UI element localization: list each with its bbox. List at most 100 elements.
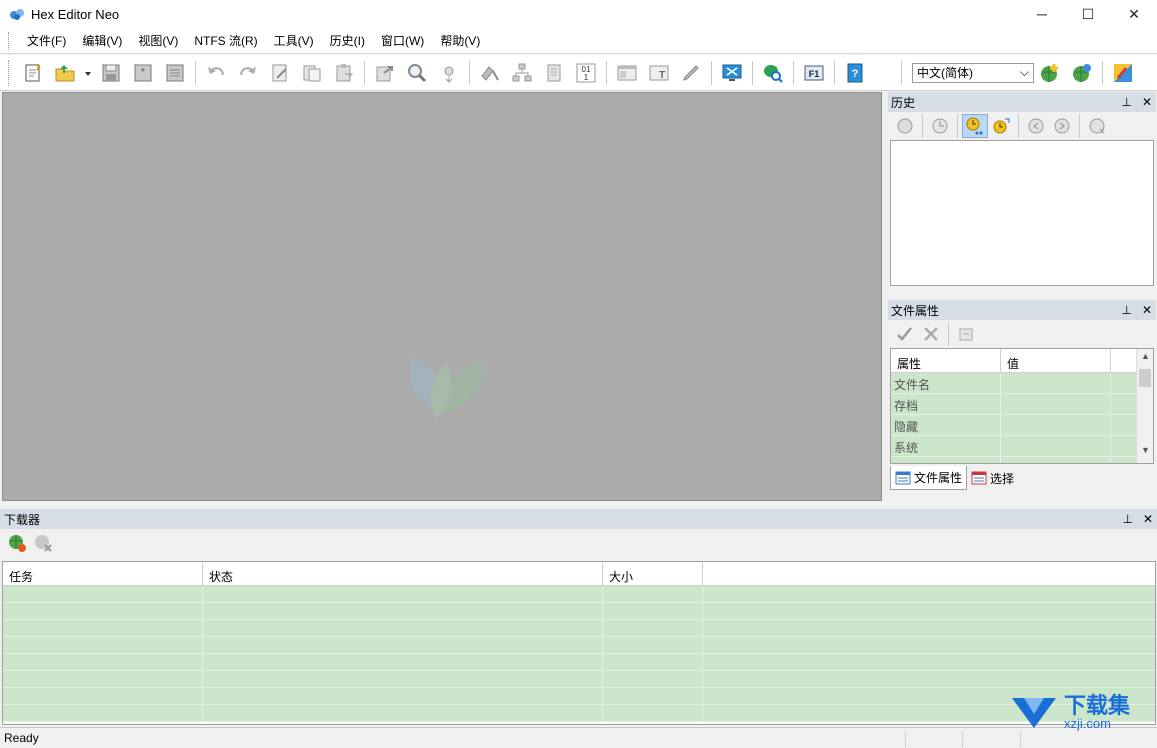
table-row[interactable]: 只读 xyxy=(891,457,1153,463)
table-row[interactable] xyxy=(3,620,1155,637)
panel-separator xyxy=(948,322,949,346)
copy-button[interactable] xyxy=(298,59,326,87)
menubar-grip[interactable] xyxy=(8,31,11,50)
find-button[interactable] xyxy=(403,59,431,87)
history-clear-button[interactable] xyxy=(892,114,918,138)
menu-history[interactable]: 历史(I) xyxy=(322,28,373,54)
column-header-size[interactable]: 大小 xyxy=(603,562,703,585)
prop-value[interactable] xyxy=(1001,436,1111,456)
scroll-thumb[interactable] xyxy=(1139,369,1151,387)
pin-icon[interactable]: ⊥ xyxy=(1121,303,1131,317)
svg-text:F1: F1 xyxy=(809,69,820,79)
props-cancel-button[interactable] xyxy=(918,322,944,346)
props-grid[interactable]: 属性 值 文件名 存档 隐藏 系统 只读 ▲ ▼ xyxy=(890,348,1154,464)
toolbar-grip[interactable] xyxy=(8,59,11,86)
close-button[interactable]: ✕ xyxy=(1111,0,1157,28)
table-row[interactable]: 文件名 xyxy=(891,373,1153,394)
history-list[interactable] xyxy=(890,140,1154,286)
paste-button[interactable] xyxy=(330,59,358,87)
maximize-button[interactable]: ☐ xyxy=(1065,0,1111,28)
menu-file[interactable]: 文件(F) xyxy=(19,28,74,54)
view-hex-button[interactable] xyxy=(613,59,641,87)
table-row[interactable] xyxy=(3,586,1155,603)
menu-edit[interactable]: 编辑(V) xyxy=(74,28,130,54)
menu-view[interactable]: 视图(V) xyxy=(130,28,186,54)
prop-name: 只读 xyxy=(891,457,1001,463)
new-file-button[interactable] xyxy=(19,59,47,87)
column-header-task[interactable]: 任务 xyxy=(3,562,203,585)
table-cell xyxy=(703,620,1155,636)
prop-value[interactable] xyxy=(1001,394,1111,414)
column-header-attribute[interactable]: 属性 xyxy=(891,349,1001,372)
close-icon[interactable]: ✕ xyxy=(1143,512,1153,526)
update-language-button[interactable] xyxy=(1068,59,1096,87)
binary-button[interactable]: 01 1 xyxy=(572,59,600,87)
fullscreen-button[interactable] xyxy=(718,59,746,87)
prop-value[interactable] xyxy=(1001,373,1111,393)
close-icon[interactable]: ✕ xyxy=(1142,95,1152,109)
language-select[interactable]: 中文(简体) ⌵ xyxy=(912,62,1034,83)
undo-button[interactable] xyxy=(202,59,230,87)
props-apply-button[interactable] xyxy=(892,322,918,346)
history-view-list-button[interactable] xyxy=(962,114,988,138)
help-f1-button[interactable]: F1 xyxy=(800,59,828,87)
open-dropdown-button[interactable] xyxy=(83,59,93,87)
chat-search-icon xyxy=(764,64,783,83)
view-text-button[interactable]: T xyxy=(645,59,673,87)
edit-button[interactable] xyxy=(266,59,294,87)
menu-help[interactable]: 帮助(V) xyxy=(432,28,488,54)
menu-tools[interactable]: 工具(V) xyxy=(266,28,322,54)
export-button[interactable] xyxy=(371,59,399,87)
table-row[interactable]: 系统 xyxy=(891,436,1153,457)
table-row[interactable]: 存档 xyxy=(891,394,1153,415)
column-header-value[interactable]: 值 xyxy=(1001,349,1111,372)
table-row[interactable] xyxy=(3,654,1155,671)
history-delete-button[interactable] xyxy=(1084,114,1110,138)
props-refresh-button[interactable] xyxy=(953,322,979,346)
save-all-button[interactable] xyxy=(161,59,189,87)
props-title: 文件属性 xyxy=(891,303,940,318)
history-view-tree-button[interactable] xyxy=(988,114,1014,138)
prop-value[interactable] xyxy=(1001,415,1111,435)
help-book-button[interactable]: ? xyxy=(841,59,869,87)
table-row[interactable] xyxy=(3,705,1155,722)
download-start-button[interactable] xyxy=(4,531,30,555)
table-row[interactable] xyxy=(3,671,1155,688)
pin-icon[interactable]: ⊥ xyxy=(1122,512,1132,526)
community-button[interactable] xyxy=(759,59,787,87)
scroll-down-icon[interactable]: ▼ xyxy=(1137,445,1153,461)
menu-window[interactable]: 窗口(W) xyxy=(373,28,432,54)
history-forward-button[interactable] xyxy=(1049,114,1075,138)
goto-button[interactable] xyxy=(476,59,504,87)
prop-value[interactable] xyxy=(1001,457,1111,463)
column-header-status[interactable]: 状态 xyxy=(203,562,603,585)
history-back-button[interactable] xyxy=(1023,114,1049,138)
table-row[interactable]: 隐藏 xyxy=(891,415,1153,436)
table-row[interactable] xyxy=(3,688,1155,705)
add-language-button[interactable] xyxy=(1036,59,1064,87)
highlight-button[interactable] xyxy=(677,59,705,87)
editor-workspace[interactable] xyxy=(2,92,882,501)
props-scrollbar[interactable]: ▲ ▼ xyxy=(1136,349,1153,463)
redo-button[interactable] xyxy=(234,59,262,87)
tab-file-properties[interactable]: 文件属性 xyxy=(890,466,968,490)
tab-selection[interactable]: 选择 xyxy=(967,466,1018,490)
download-cancel-button[interactable] xyxy=(30,531,56,555)
find-next-button[interactable] xyxy=(435,59,463,87)
open-file-button[interactable] xyxy=(51,59,79,87)
tab-label: 选择 xyxy=(990,471,1015,486)
history-save-button[interactable] xyxy=(927,114,953,138)
save-button[interactable] xyxy=(97,59,125,87)
close-icon[interactable]: ✕ xyxy=(1142,303,1152,317)
pin-icon[interactable]: ⊥ xyxy=(1121,95,1131,109)
scroll-up-icon[interactable]: ▲ xyxy=(1137,351,1153,367)
document-button[interactable] xyxy=(540,59,568,87)
structure-button[interactable] xyxy=(508,59,536,87)
menu-ntfs-streams[interactable]: NTFS 流(R) xyxy=(186,28,265,54)
theme-button[interactable] xyxy=(1109,59,1137,87)
downloader-grid[interactable]: 任务 状态 大小 xyxy=(2,561,1156,725)
minimize-button[interactable]: ─ xyxy=(1019,0,1065,28)
save-as-button[interactable]: * xyxy=(129,59,157,87)
table-row[interactable] xyxy=(3,603,1155,620)
table-row[interactable] xyxy=(3,637,1155,654)
